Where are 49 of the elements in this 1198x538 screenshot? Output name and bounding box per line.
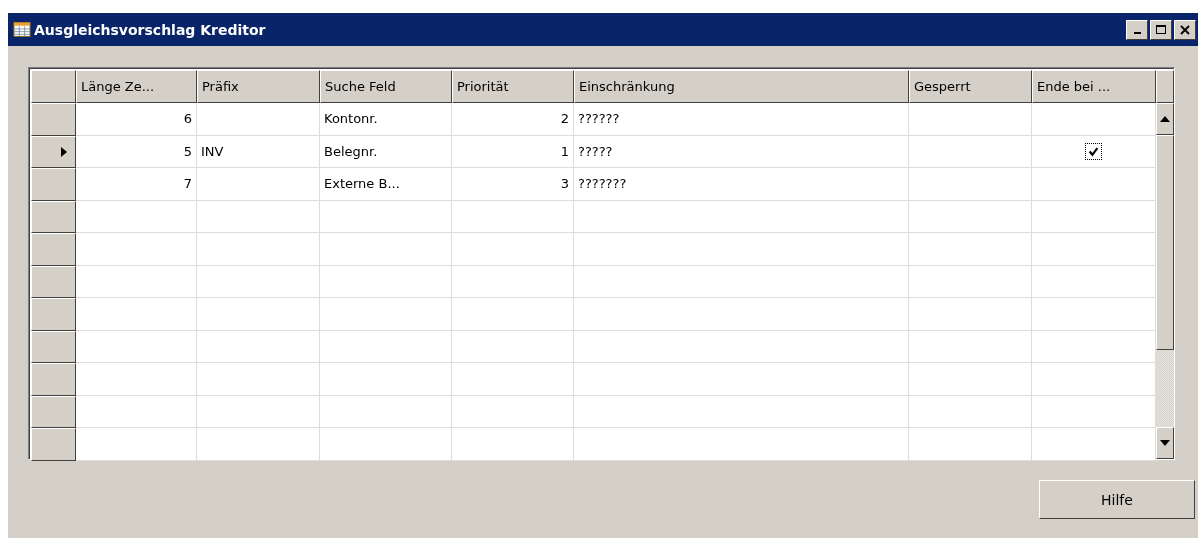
row-header[interactable] bbox=[31, 200, 76, 233]
table-cell: Kontonr. bbox=[320, 103, 452, 136]
up-arrow-icon bbox=[1160, 116, 1170, 122]
column-header[interactable]: Länge Ze... bbox=[76, 70, 197, 103]
row-header[interactable] bbox=[31, 298, 76, 331]
column-header[interactable]: Priorität bbox=[452, 70, 574, 103]
maximize-icon bbox=[1155, 23, 1167, 36]
minimize-icon bbox=[1133, 32, 1141, 34]
down-arrow-icon bbox=[1160, 440, 1170, 446]
table-cell: ??????? bbox=[574, 168, 909, 201]
table-cell: ?????? bbox=[574, 103, 909, 136]
column-header[interactable]: Präfix bbox=[197, 70, 320, 103]
table-cell: ????? bbox=[574, 135, 909, 168]
column-header[interactable]: Suche Feld bbox=[320, 70, 452, 103]
maximize-button[interactable] bbox=[1150, 19, 1172, 40]
scrollbar[interactable] bbox=[1156, 70, 1174, 459]
row-header[interactable] bbox=[31, 103, 76, 136]
column-header[interactable]: Einschränkung bbox=[574, 70, 909, 103]
row-header[interactable] bbox=[31, 168, 76, 201]
window-title: Ausgleichsvorschlag Kreditor bbox=[34, 21, 267, 38]
column-header[interactable]: Ende bei ... bbox=[1032, 70, 1156, 103]
table-cell: INV bbox=[197, 135, 320, 168]
row-header[interactable] bbox=[31, 233, 76, 266]
row-header[interactable] bbox=[31, 428, 76, 461]
table-cell: Belegnr. bbox=[320, 135, 452, 168]
table-cell: 1 bbox=[452, 135, 574, 168]
column-header[interactable]: Gesperrt bbox=[909, 70, 1032, 103]
table-cell: 7 bbox=[76, 168, 197, 201]
help-button[interactable]: Hilfe bbox=[1039, 480, 1195, 519]
row-header[interactable] bbox=[31, 395, 76, 428]
corner-header bbox=[31, 70, 76, 103]
table-cell: 2 bbox=[452, 103, 574, 136]
table-cell: 5 bbox=[76, 135, 197, 168]
table-icon bbox=[13, 22, 31, 37]
row-header[interactable] bbox=[31, 265, 76, 298]
checkbox[interactable] bbox=[1085, 142, 1102, 160]
row-pointer-icon bbox=[61, 146, 67, 157]
row-header[interactable] bbox=[31, 363, 76, 396]
row-header[interactable] bbox=[31, 330, 76, 363]
table-cell: Externe B... bbox=[320, 168, 452, 201]
table-cell: 3 bbox=[452, 168, 574, 201]
table-cell: 6 bbox=[76, 103, 197, 136]
scroll-up-button[interactable] bbox=[1156, 103, 1174, 135]
scroll-down-button[interactable] bbox=[1156, 427, 1174, 459]
close-icon bbox=[1179, 23, 1191, 36]
close-button[interactable] bbox=[1174, 19, 1196, 40]
minimize-button[interactable] bbox=[1126, 19, 1148, 40]
row-header[interactable] bbox=[31, 135, 76, 168]
scroll-thumb[interactable] bbox=[1156, 135, 1174, 350]
